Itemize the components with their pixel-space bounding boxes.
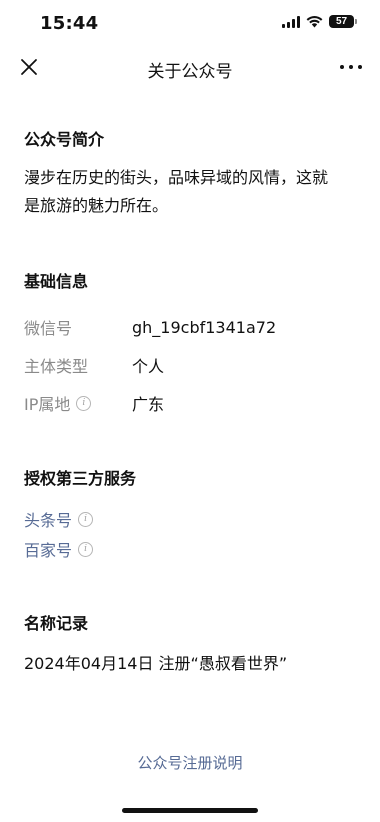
service-label: 头条号 <box>24 511 73 530</box>
service-label: 百家号 <box>24 541 73 560</box>
info-label-wrap: IP属地 i <box>24 391 132 415</box>
info-icon[interactable]: i <box>78 511 94 527</box>
status-icons: 57 <box>282 15 357 28</box>
status-bar: 15:44 57 <box>0 0 380 48</box>
more-icon-dot <box>349 65 353 69</box>
basic-info-title: 基础信息 <box>24 272 89 291</box>
page-title: 关于公众号 <box>147 62 233 82</box>
name-record-entry: 2024年04月14日 注册“愚叔看世界” <box>24 654 288 673</box>
wifi-icon <box>306 15 323 28</box>
name-record-section: 名称记录 2024年04月14日 注册“愚叔看世界” <box>24 612 356 674</box>
intro-line: 漫步在历史的街头，品味异域的风情，这就 <box>24 168 329 187</box>
home-indicator[interactable] <box>122 808 258 813</box>
services-title: 授权第三方服务 <box>24 469 137 488</box>
info-label: 微信号 <box>24 319 73 338</box>
nav-bar: 关于公众号 <box>0 48 380 88</box>
about-official-account-page: 15:44 57 关于公众号 公众号简介 漫步在历史的街头，品味异域的风情，这就… <box>0 0 380 822</box>
main-content: 公众号简介 漫步在历史的街头，品味异域的风情，这就 是旅游的魅力所在。 基础信息… <box>24 128 356 674</box>
service-toutiao-link[interactable]: 头条号 i <box>24 504 356 534</box>
name-record-title: 名称记录 <box>24 614 89 633</box>
intro-section: 公众号简介 漫步在历史的街头，品味异域的风情，这就 是旅游的魅力所在。 <box>24 128 356 220</box>
more-icon-dot <box>358 65 362 69</box>
info-value: gh_19cbf1341a72 <box>132 317 277 337</box>
battery-icon: 57 <box>329 15 357 28</box>
registration-info-link[interactable]: 公众号注册说明 <box>0 752 380 773</box>
info-label: 主体类型 <box>24 357 89 376</box>
info-value: 个人 <box>132 357 165 376</box>
service-baijia-link[interactable]: 百家号 i <box>24 534 356 564</box>
signal-icon <box>282 15 300 28</box>
info-row-entity-type: 主体类型 个人 <box>24 346 356 384</box>
info-label: IP属地 <box>24 395 71 414</box>
intro-title: 公众号简介 <box>24 130 105 149</box>
info-row-wechat-id: 微信号 gh_19cbf1341a72 <box>24 308 356 346</box>
intro-line: 是旅游的魅力所在。 <box>24 196 169 215</box>
info-icon[interactable]: i <box>76 395 92 411</box>
status-time: 15:44 <box>40 13 99 34</box>
basic-info-section: 基础信息 微信号 gh_19cbf1341a72 主体类型 个人 IP属地 i … <box>24 270 356 422</box>
info-icon[interactable]: i <box>78 541 94 557</box>
more-button[interactable] <box>340 58 362 76</box>
info-value: 广东 <box>132 395 165 414</box>
services-section: 授权第三方服务 头条号 i 百家号 i <box>24 467 356 564</box>
intro-text: 漫步在历史的街头，品味异域的风情，这就 是旅游的魅力所在。 <box>24 164 356 220</box>
info-row-ip-location: IP属地 i 广东 <box>24 384 356 422</box>
more-icon-dot <box>340 65 344 69</box>
